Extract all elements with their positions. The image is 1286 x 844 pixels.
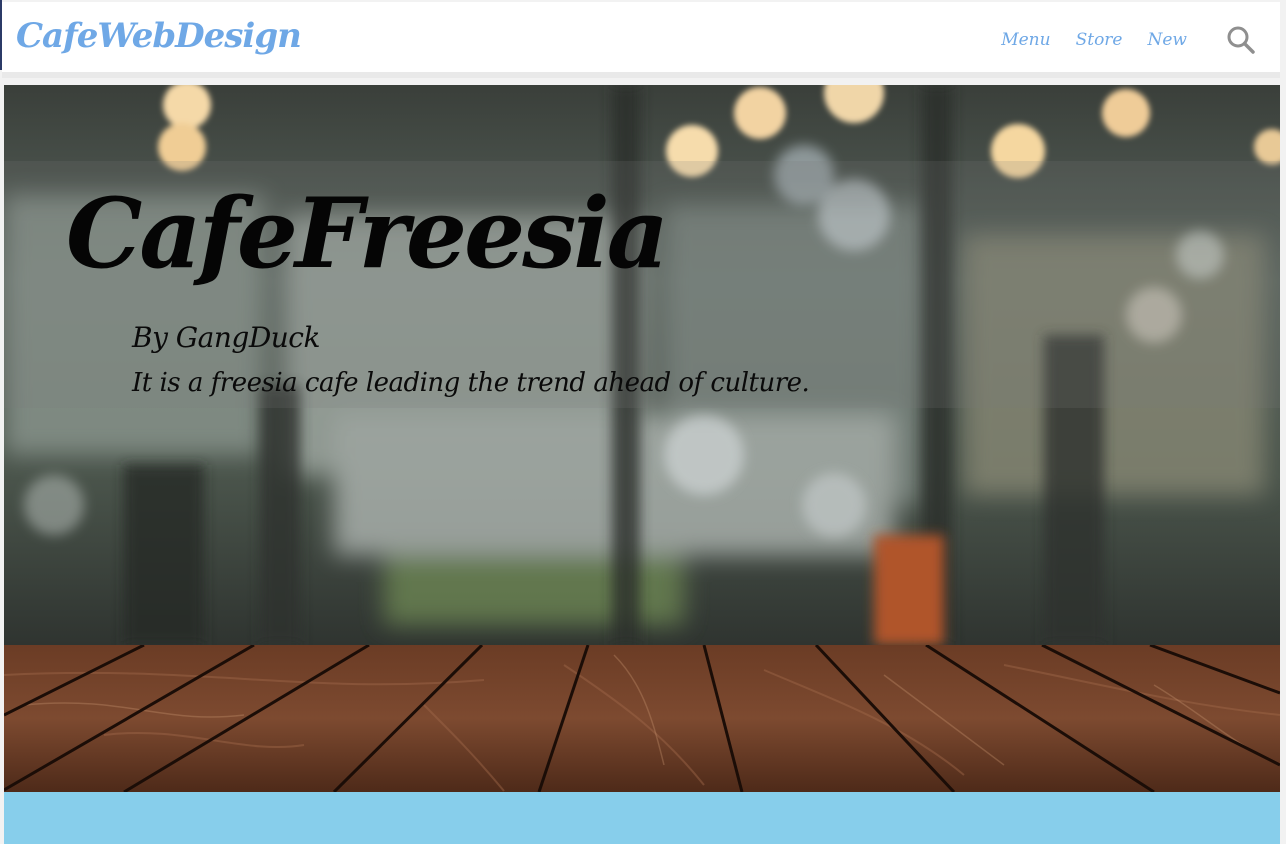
site-header: CafeWebDesign Menu Store New [2, 2, 1280, 78]
brand-logo-link[interactable]: CafeWebDesign [16, 16, 302, 56]
next-section-band [4, 792, 1280, 844]
search-icon [1227, 26, 1255, 54]
hero-title: CafeFreesia [66, 177, 669, 290]
nav-link-store[interactable]: Store [1076, 30, 1123, 50]
search-button[interactable] [1224, 23, 1258, 57]
hero-tagline: It is a freesia cafe leading the trend a… [132, 368, 810, 398]
hero-byline: By GangDuck [132, 321, 320, 354]
hero-banner: CafeFreesia By GangDuck It is a freesia … [4, 85, 1280, 792]
wooden-table-image [4, 645, 1280, 792]
main-nav: Menu Store New [1001, 2, 1280, 78]
nav-link-new[interactable]: New [1148, 30, 1188, 50]
nav-link-menu[interactable]: Menu [1001, 30, 1050, 50]
